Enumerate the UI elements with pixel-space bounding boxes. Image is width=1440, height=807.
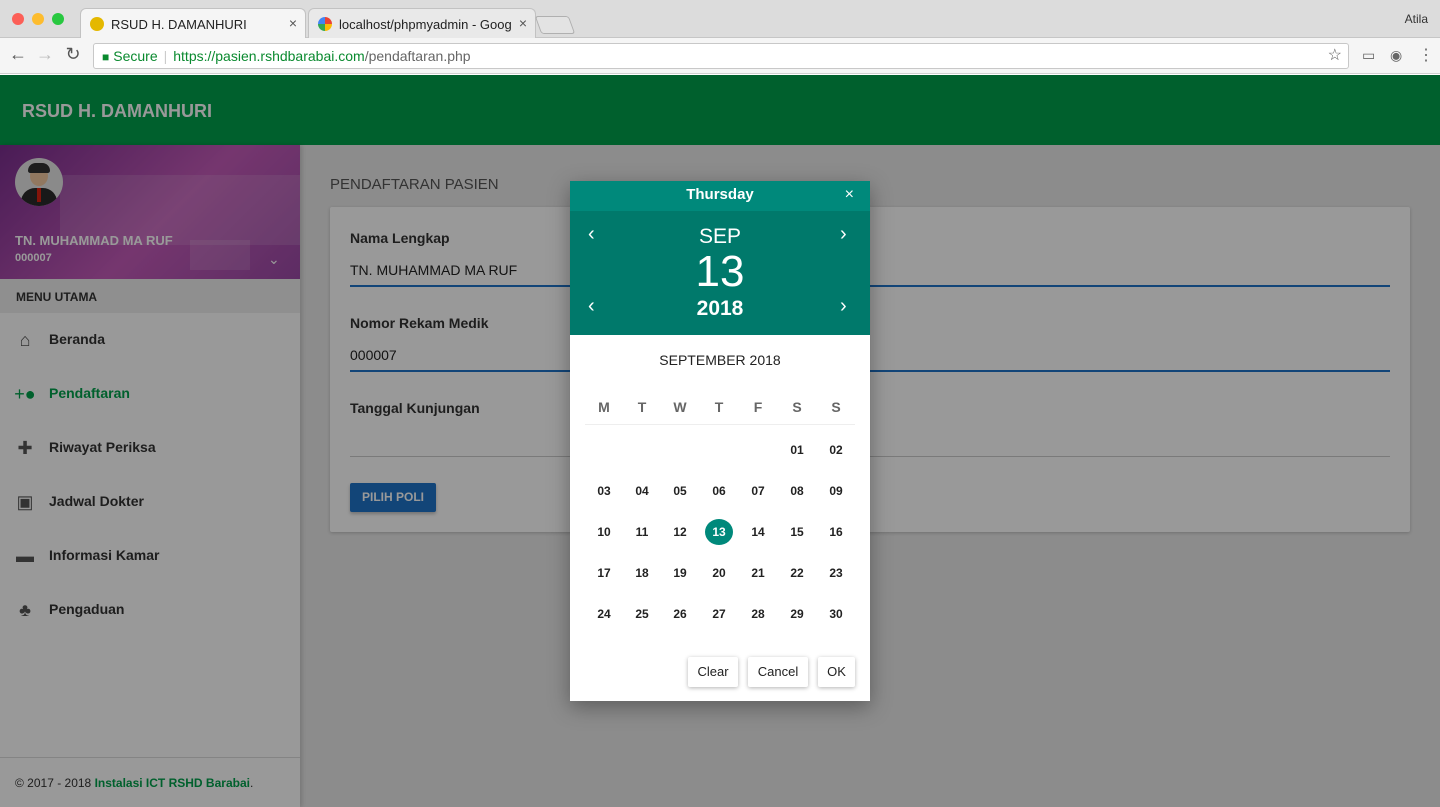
address-host: https://pasien.rshdbarabai.com (173, 48, 365, 64)
prev-year-chevron-icon[interactable]: ‹ (588, 295, 595, 318)
secure-label: Secure (113, 48, 158, 64)
reload-icon[interactable]: ↻ (62, 44, 84, 65)
weekday-header: T (714, 399, 724, 415)
calendar-day[interactable]: 11 (627, 520, 657, 544)
close-tab-icon[interactable]: × (289, 15, 297, 31)
calendar-day[interactable]: 05 (665, 479, 695, 503)
calendar-day[interactable]: 23 (821, 561, 851, 585)
bookmark-star-icon[interactable]: ☆ (1328, 44, 1342, 68)
calendar-day[interactable]: 02 (821, 438, 851, 462)
calendar-day[interactable]: 17 (589, 561, 619, 585)
tab-title: RSUD H. DAMANHURI (111, 17, 247, 32)
calendar-day[interactable]: 08 (782, 479, 812, 503)
browser-tab-bar: RSUD H. DAMANHURI × localhost/phpmyadmin… (0, 0, 1440, 38)
address-path: /pendaftaran.php (364, 48, 471, 64)
ok-button[interactable]: OK (818, 657, 855, 687)
weekday-header: W (673, 399, 687, 415)
minimize-window-button[interactable] (32, 13, 44, 25)
calendar-day[interactable]: 16 (821, 520, 851, 544)
cast-icon[interactable]: ▭ (1362, 47, 1375, 64)
profile-name[interactable]: Atila (1405, 12, 1428, 26)
calendar-day[interactable]: 07 (743, 479, 773, 503)
calendar-day[interactable]: 19 (665, 561, 695, 585)
maximize-window-button[interactable] (52, 13, 64, 25)
weekday-header: F (753, 399, 763, 415)
calendar-day[interactable]: 06 (704, 479, 734, 503)
calendar-day[interactable]: 21 (743, 561, 773, 585)
calendar-day[interactable]: 01 (782, 438, 812, 462)
picker-year: 2018 (696, 297, 744, 320)
address-bar[interactable]: ■ Secure | https://pasien.rshdbarabai.com/p… (93, 43, 1349, 69)
calendar-day[interactable]: 22 (782, 561, 812, 585)
lock-icon: ■ (102, 50, 110, 64)
calendar-day[interactable]: 18 (627, 561, 657, 585)
weekday-header: S (792, 399, 802, 415)
calendar-day[interactable]: 09 (821, 479, 851, 503)
calendar-day[interactable]: 29 (782, 602, 812, 626)
address-separator: | (163, 48, 168, 64)
calendar-day[interactable]: 03 (589, 479, 619, 503)
camera-icon[interactable]: ◉ (1390, 47, 1402, 64)
forward-arrow-icon[interactable]: → (34, 44, 56, 65)
close-window-button[interactable] (12, 13, 24, 25)
close-tab-icon[interactable]: × (519, 15, 527, 31)
calendar-day[interactable]: 12 (665, 520, 695, 544)
tab-phpmyadmin[interactable]: localhost/phpmyadmin - Goog × (308, 8, 536, 38)
tab-title: localhost/phpmyadmin - Goog (339, 17, 512, 32)
calendar-month-caption: SEPTEMBER 2018 (659, 352, 781, 368)
next-year-chevron-icon[interactable]: › (840, 295, 847, 318)
close-icon[interactable]: × (845, 186, 854, 204)
calendar-day[interactable]: 04 (627, 479, 657, 503)
next-month-chevron-icon[interactable]: › (840, 223, 847, 246)
tab-rsud[interactable]: RSUD H. DAMANHURI × (80, 8, 306, 38)
picker-date: 13 (695, 247, 745, 296)
calendar-day[interactable]: 25 (627, 602, 657, 626)
calendar-day[interactable]: 20 (704, 561, 734, 585)
picker-month: SEP (698, 225, 742, 248)
calendar-day[interactable]: 26 (665, 602, 695, 626)
google-favicon-icon (318, 17, 332, 31)
picker-weekday: Thursday (570, 181, 870, 211)
weekday-divider (585, 424, 855, 425)
new-tab-button[interactable] (534, 16, 576, 34)
picker-weekday-label: Thursday (686, 186, 754, 203)
back-arrow-icon[interactable]: ← (7, 44, 29, 65)
prev-month-chevron-icon[interactable]: ‹ (588, 223, 595, 246)
hospital-favicon-icon (90, 17, 104, 31)
date-picker-dialog: Thursday × SEP 13 2018 ‹ › ‹ › SEPTEMBER… (570, 181, 870, 701)
calendar-day[interactable]: 27 (704, 602, 734, 626)
calendar-day[interactable]: 30 (821, 602, 851, 626)
calendar-day[interactable]: 28 (743, 602, 773, 626)
cancel-button[interactable]: Cancel (748, 657, 808, 687)
more-menu-icon[interactable]: ⋮ (1418, 45, 1434, 65)
calendar-day-selected[interactable]: 13 (705, 519, 733, 545)
weekday-header: S (831, 399, 841, 415)
calendar-day[interactable]: 14 (743, 520, 773, 544)
weekday-header: T (637, 399, 647, 415)
clear-button[interactable]: Clear (688, 657, 738, 687)
weekday-header: M (598, 399, 610, 415)
calendar-day[interactable]: 15 (782, 520, 812, 544)
calendar-day[interactable]: 10 (589, 520, 619, 544)
browser-toolbar: ← → ↻ ■ Secure | https://pasien.rshdbarabai… (0, 38, 1440, 74)
calendar-day[interactable]: 24 (589, 602, 619, 626)
picker-header: SEP 13 2018 ‹ › ‹ › (570, 211, 870, 335)
